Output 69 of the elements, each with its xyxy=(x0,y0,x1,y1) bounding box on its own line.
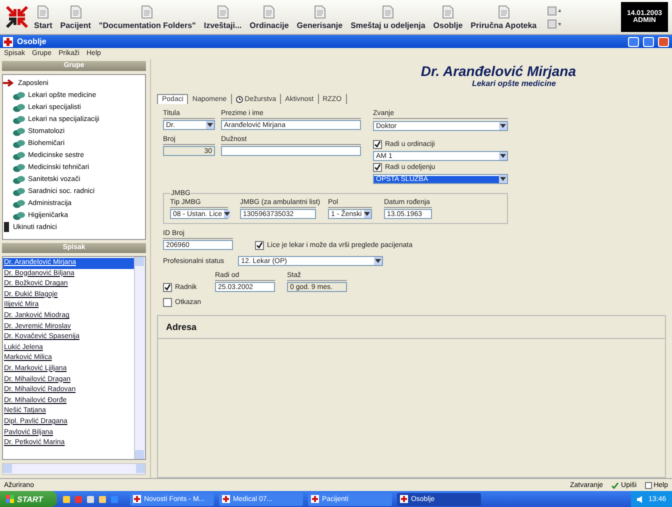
clock-icon xyxy=(236,96,243,102)
people-icon xyxy=(13,162,25,172)
page-up-icon[interactable] xyxy=(546,6,561,16)
people-icon xyxy=(13,186,25,196)
toolbar-button[interactable]: Priručna Apoteka xyxy=(466,4,541,30)
app-icon xyxy=(3,36,13,46)
flag-icon xyxy=(6,495,14,503)
page-down-icon[interactable] xyxy=(546,18,561,28)
toolbar-button[interactable]: "Documentation Folders" xyxy=(94,4,200,30)
people-icon xyxy=(13,138,25,148)
duty-field[interactable] xyxy=(221,146,361,156)
document-icon xyxy=(314,4,326,18)
toolbar-button[interactable]: Izveštaji... xyxy=(200,4,246,30)
group-name: Lekari opšte medicine xyxy=(470,79,557,88)
section-header: Adresa xyxy=(157,315,666,339)
dropdown-icon xyxy=(224,212,230,216)
document-icon xyxy=(498,4,510,18)
document-icon xyxy=(37,4,50,18)
toolbar-button[interactable]: Generisanje xyxy=(292,4,347,30)
dropdown-icon xyxy=(364,212,370,216)
document-icon xyxy=(263,4,276,18)
app-icon xyxy=(222,495,230,503)
document-icon xyxy=(382,4,394,18)
toolbar-button[interactable]: Osoblje xyxy=(429,4,467,30)
toolbar-button[interactable]: Pacijent xyxy=(56,4,95,30)
maximize-button[interactable] xyxy=(643,36,654,46)
people-icon xyxy=(13,210,25,220)
dropdown-icon xyxy=(500,124,506,128)
book-icon xyxy=(3,222,10,232)
dropdown-icon xyxy=(500,154,506,158)
document-icon xyxy=(70,4,82,18)
check-icon xyxy=(374,164,381,171)
people-icon xyxy=(13,114,25,124)
dropdown-icon xyxy=(500,177,506,181)
start-button[interactable]: START xyxy=(0,491,57,507)
dropdown-icon xyxy=(375,259,382,263)
checkbox[interactable] xyxy=(163,298,172,307)
app-icon xyxy=(310,495,319,503)
check-icon xyxy=(164,284,171,291)
toolbar-button[interactable]: Ordinacije xyxy=(246,4,293,30)
logo-icon xyxy=(4,4,30,30)
checkbox[interactable] xyxy=(373,163,382,172)
people-icon xyxy=(13,90,25,100)
toolbar-button[interactable]: Smeštaj u odeljenja xyxy=(346,4,430,30)
checkbox[interactable] xyxy=(255,241,264,250)
people-icon xyxy=(13,198,25,208)
document-icon xyxy=(442,4,454,18)
people-icon xyxy=(13,126,25,136)
people-icon xyxy=(13,102,25,112)
checkbox[interactable] xyxy=(373,140,382,149)
dropdown-icon xyxy=(207,123,213,127)
arrow-icon xyxy=(3,79,15,87)
check-icon xyxy=(611,482,620,488)
app-icon xyxy=(400,495,408,503)
check-icon xyxy=(256,242,263,249)
app-icon xyxy=(132,495,141,503)
window-title: Osoblje xyxy=(17,37,48,46)
people-icon xyxy=(13,150,25,160)
speaker-icon xyxy=(637,496,644,502)
close-button[interactable] xyxy=(658,36,669,46)
checkbox[interactable] xyxy=(163,283,172,292)
doctor-name: Dr. Aranđelović Mirjana xyxy=(420,63,577,79)
help-icon xyxy=(644,482,652,488)
people-icon xyxy=(13,174,25,184)
toolbar-button[interactable]: Start xyxy=(30,4,56,30)
document-icon xyxy=(141,4,154,18)
check-icon xyxy=(374,141,381,148)
document-icon xyxy=(216,4,229,18)
minimize-button[interactable] xyxy=(628,36,639,46)
